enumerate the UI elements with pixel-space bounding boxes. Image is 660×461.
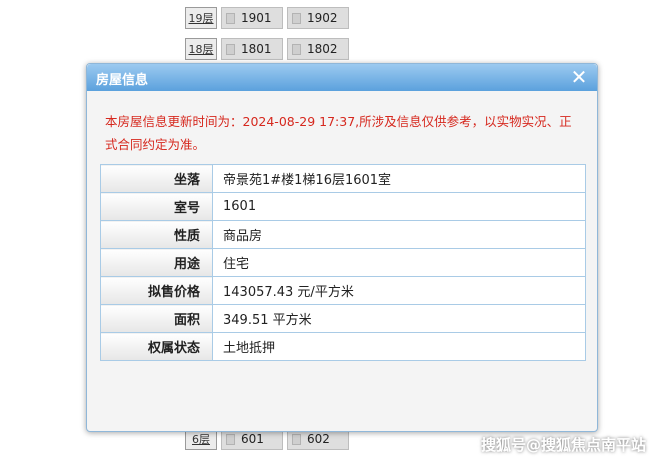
table-row: 用途 住宅: [100, 248, 586, 277]
unit-number: 601: [241, 432, 264, 446]
close-icon[interactable]: ✕: [569, 66, 589, 88]
row-key: 性质: [100, 220, 213, 249]
info-table: 坐落 帝景苑1#楼1梯16层1601室 室号 1601 性质 商品房 用途 住宅 拟售价…: [100, 164, 586, 361]
dialog-header: 房屋信息 ✕: [87, 64, 597, 91]
unit-number: 1902: [307, 11, 338, 25]
row-value: 143057.43 元/平方米: [212, 276, 586, 305]
unit-icon: [226, 433, 235, 445]
row-key: 坐落: [100, 164, 213, 193]
row-value: 349.51 平方米: [212, 304, 586, 333]
dialog-title: 房屋信息: [96, 73, 149, 88]
unit-icon: [226, 43, 235, 55]
unit-number: 1801: [241, 42, 272, 56]
floor-label[interactable]: 19层: [185, 7, 217, 29]
unit-icon: [292, 433, 301, 445]
house-info-dialog: 房屋信息 ✕ 本房屋信息更新时间为：2024-08-29 17:37,所涉及信息…: [86, 63, 598, 432]
unit-icon: [292, 43, 301, 55]
unit-icon: [226, 12, 235, 24]
table-row: 拟售价格 143057.43 元/平方米: [100, 276, 586, 305]
row-key: 面积: [100, 304, 213, 333]
row-value: 1601: [212, 192, 586, 221]
table-row: 坐落 帝景苑1#楼1梯16层1601室: [100, 164, 586, 193]
row-value: 住宅: [212, 248, 586, 277]
table-row: 权属状态 土地抵押: [100, 332, 586, 361]
unit-cell[interactable]: 1902: [287, 7, 349, 29]
floor-label[interactable]: 18层: [185, 38, 217, 60]
row-value: 土地抵押: [212, 332, 586, 361]
watermark-text: 搜狐号@搜狐焦点南平站: [480, 436, 646, 454]
update-notice: 本房屋信息更新时间为：2024-08-29 17:37,所涉及信息仅供参考，以实…: [105, 114, 572, 152]
unit-number: 1802: [307, 42, 338, 56]
row-key: 权属状态: [100, 332, 213, 361]
table-row: 性质 商品房: [100, 220, 586, 249]
unit-number: 602: [307, 432, 330, 446]
unit-cell[interactable]: 1802: [287, 38, 349, 60]
unit-number: 1901: [241, 11, 272, 25]
unit-cell[interactable]: 1901: [221, 7, 283, 29]
watermark: 搜狐号@搜狐焦点南平站: [481, 434, 646, 455]
row-key: 拟售价格: [100, 276, 213, 305]
table-row: 面积 349.51 平方米: [100, 304, 586, 333]
unit-icon: [292, 12, 301, 24]
row-value: 商品房: [212, 220, 586, 249]
row-value: 帝景苑1#楼1梯16层1601室: [212, 164, 586, 193]
row-key: 用途: [100, 248, 213, 277]
table-row: 室号 1601: [100, 192, 586, 221]
unit-cell[interactable]: 1801: [221, 38, 283, 60]
row-key: 室号: [100, 192, 213, 221]
